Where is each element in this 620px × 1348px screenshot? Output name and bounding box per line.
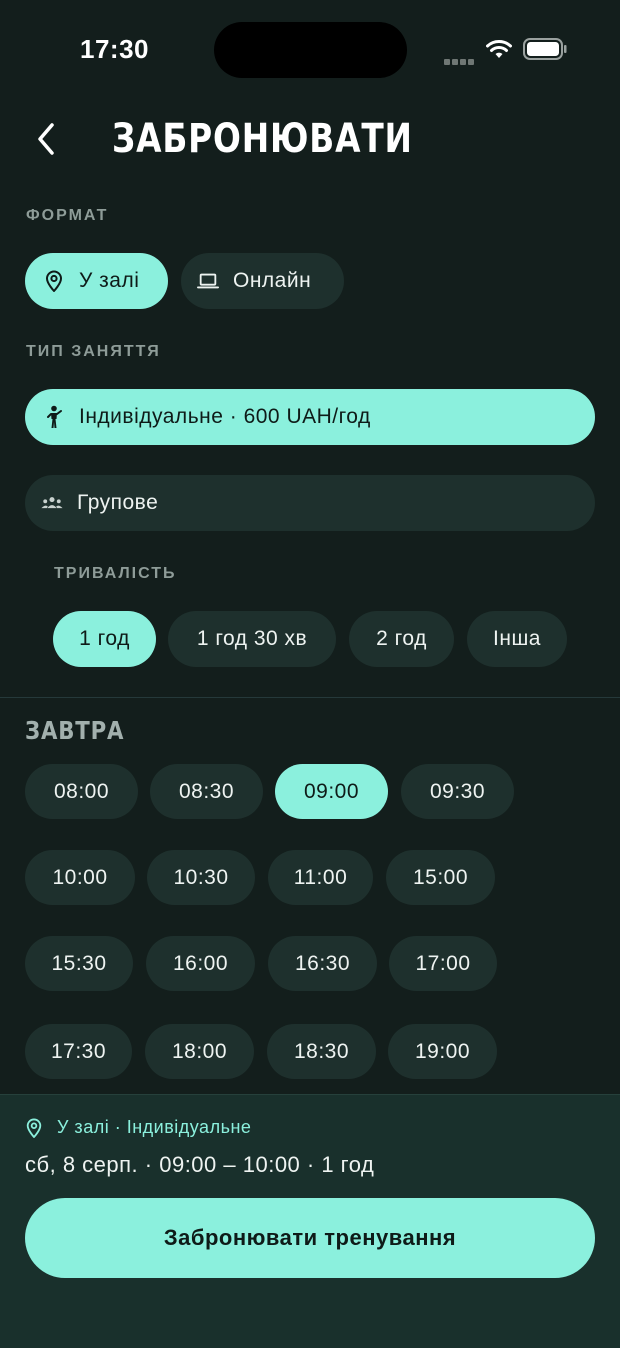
- time-slot[interactable]: 15:00: [386, 850, 495, 905]
- time-slot[interactable]: 15:30: [25, 936, 133, 991]
- location-pin-icon: [25, 1118, 45, 1138]
- time-slot-selected[interactable]: 09:00: [275, 764, 388, 819]
- header: ЗАБРОНЮВАТИ: [0, 110, 620, 170]
- day-heading: ЗАВТРА: [25, 716, 125, 745]
- chevron-left-icon: [38, 123, 54, 155]
- format-option-label: У залі: [79, 269, 140, 292]
- wifi-icon: [486, 40, 512, 58]
- time-slot[interactable]: 18:00: [145, 1024, 254, 1079]
- status-time: 17:30: [80, 34, 149, 64]
- duration-option-2h[interactable]: 2 год: [349, 611, 454, 667]
- duration-option-label: 2 год: [376, 627, 427, 650]
- duration-option-1h[interactable]: 1 год: [53, 611, 156, 667]
- session-type-label: ТИП ЗАНЯТТЯ: [26, 343, 161, 360]
- person-icon: [43, 405, 65, 428]
- duration-option-other[interactable]: Інша: [467, 611, 567, 667]
- section-divider: [0, 697, 620, 698]
- session-type-label-individual: Індивідуальне · 600 UAH/год: [79, 405, 371, 428]
- back-button[interactable]: [26, 116, 66, 162]
- duration-option-1h30[interactable]: 1 год 30 хв: [168, 611, 336, 667]
- duration-label: ТРИВАЛІСТЬ: [54, 565, 177, 582]
- duration-option-label: 1 год: [79, 627, 130, 650]
- page-title: ЗАБРОНЮВАТИ: [112, 116, 413, 162]
- location-pin-icon: [43, 270, 65, 292]
- time-slot[interactable]: 17:00: [389, 936, 497, 991]
- time-slot[interactable]: 17:30: [25, 1024, 132, 1079]
- time-slot[interactable]: 10:00: [25, 850, 135, 905]
- time-slot[interactable]: 08:00: [25, 764, 138, 819]
- time-slot[interactable]: 09:30: [401, 764, 514, 819]
- dynamic-island: [214, 22, 407, 78]
- book-training-button[interactable]: Забронювати тренування: [25, 1198, 595, 1278]
- duration-option-label: 1 год 30 хв: [196, 627, 308, 650]
- time-slot[interactable]: 11:00: [268, 850, 373, 905]
- session-type-group[interactable]: Групове: [25, 475, 595, 531]
- summary-datetime: сб, 8 серп. · 09:00 – 10:00 · 1 год: [25, 1152, 375, 1177]
- time-slot[interactable]: 08:30: [150, 764, 263, 819]
- booking-summary-panel: У залі · Індивідуальне сб, 8 серп. · 09:…: [0, 1094, 620, 1348]
- status-bar: 17:30: [0, 0, 620, 100]
- time-slot[interactable]: 18:30: [267, 1024, 376, 1079]
- format-option-in-gym[interactable]: У залі: [25, 253, 168, 309]
- session-type-individual[interactable]: Індивідуальне · 600 UAH/год: [25, 389, 595, 445]
- format-label: ФОРМАТ: [26, 207, 109, 224]
- time-slot[interactable]: 16:30: [268, 936, 377, 991]
- format-option-online[interactable]: Онлайн: [181, 253, 344, 309]
- session-type-label-group: Групове: [77, 491, 159, 514]
- cellular-signal-icon: [444, 52, 476, 70]
- summary-tag: У залі · Індивідуальне: [25, 1117, 251, 1138]
- time-slot[interactable]: 19:00: [388, 1024, 497, 1079]
- duration-option-label: Інша: [493, 627, 541, 650]
- time-slot[interactable]: 10:30: [147, 850, 255, 905]
- time-slot[interactable]: 16:00: [146, 936, 255, 991]
- summary-tag-text: У залі · Індивідуальне: [57, 1117, 252, 1137]
- group-icon: [41, 492, 63, 514]
- battery-icon: [523, 38, 567, 60]
- laptop-icon: [197, 270, 219, 292]
- format-option-label: Онлайн: [233, 269, 312, 292]
